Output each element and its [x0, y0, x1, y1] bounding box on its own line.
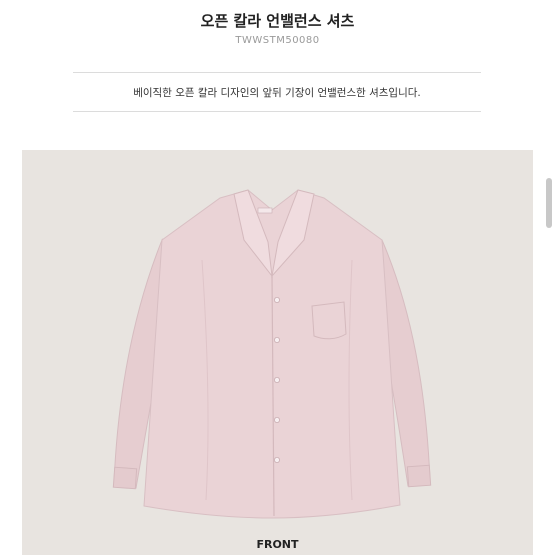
button: [273, 336, 280, 343]
product-code: TWWSTM50080: [235, 35, 320, 46]
collar-tag: [257, 207, 273, 214]
right-cuff: [406, 464, 432, 488]
description-box: 베이직한 오픈 칼라 디자인의 앞뒤 기장이 언밸런스한 셔츠입니다.: [73, 72, 481, 112]
product-description: 베이직한 오픈 칼라 디자인의 앞뒤 기장이 언밸런스한 셔츠입니다.: [133, 87, 421, 99]
shirt-body: [143, 189, 401, 519]
shirt-image: [112, 189, 432, 519]
photo-caption: FRONT: [256, 538, 299, 551]
scrollbar-thumb[interactable]: [546, 178, 552, 228]
button: [273, 416, 280, 423]
product-photo: FRONT: [22, 150, 533, 555]
button: [273, 456, 280, 463]
left-cuff: [112, 466, 138, 490]
button: [273, 376, 280, 383]
chest-pocket: [311, 301, 347, 340]
scrollbar[interactable]: [541, 160, 555, 555]
product-title: 오픈 칼라 언밸런스 셔츠: [200, 12, 355, 30]
button: [273, 296, 280, 303]
